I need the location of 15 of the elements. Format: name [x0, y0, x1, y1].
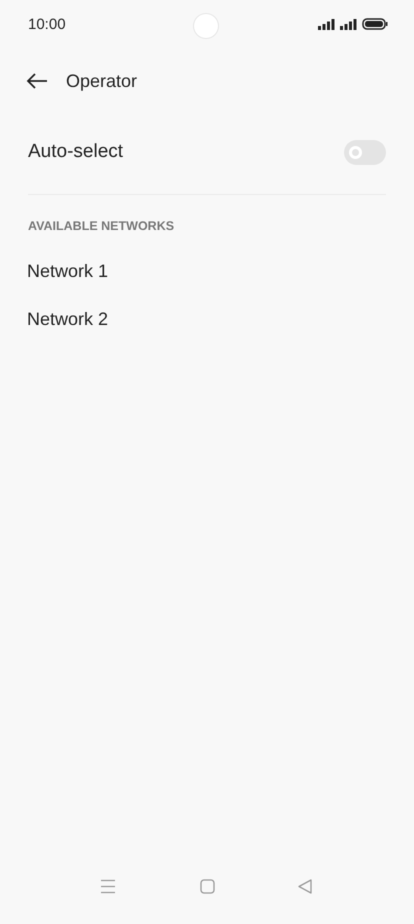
home-icon[interactable] — [200, 878, 214, 894]
back-icon[interactable] — [26, 73, 48, 89]
signal-icon — [318, 18, 335, 30]
section-header: AVAILABLE NETWORKS — [27, 218, 176, 235]
menu-icon[interactable] — [100, 878, 116, 894]
back-nav-icon[interactable] — [298, 878, 312, 894]
battery-icon — [362, 18, 388, 30]
network-item[interactable]: Network 1 — [0, 245, 414, 307]
auto-select-label: Auto-select — [28, 141, 124, 163]
network-item[interactable]: Network 2 — [0, 307, 414, 355]
toggle-switch[interactable] — [344, 140, 386, 164]
page-title: Operator — [66, 70, 138, 92]
signal-icon — [340, 18, 357, 30]
status-time: 10:00 — [28, 16, 66, 32]
camera-hole — [194, 14, 218, 38]
